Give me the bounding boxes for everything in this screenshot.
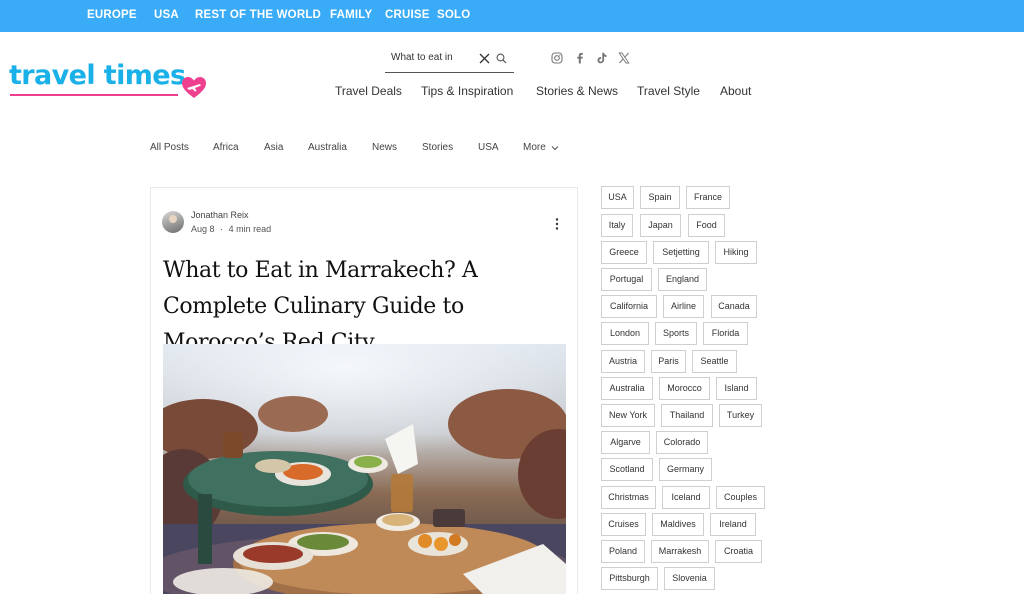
- tag-ireland[interactable]: Ireland: [710, 513, 756, 536]
- tag-thailand[interactable]: Thailand: [661, 404, 713, 427]
- tag-maldives[interactable]: Maldives: [652, 513, 704, 536]
- tag-iceland[interactable]: Iceland: [662, 486, 710, 509]
- site-logo[interactable]: travel times: [9, 60, 209, 104]
- tag-food[interactable]: Food: [688, 214, 725, 237]
- tag-island[interactable]: Island: [716, 377, 757, 400]
- tag-seattle[interactable]: Seattle: [692, 350, 737, 373]
- tag-greece[interactable]: Greece: [601, 241, 647, 264]
- nav-about[interactable]: About: [720, 84, 751, 98]
- tag-hiking[interactable]: Hiking: [715, 241, 757, 264]
- tag-croatia[interactable]: Croatia: [715, 540, 762, 563]
- nav-travel-deals[interactable]: Travel Deals: [335, 84, 402, 98]
- top-bar: EUROPE USA REST OF THE WORLD FAMILY CRUI…: [0, 0, 1024, 32]
- tag-marrakesh[interactable]: Marrakesh: [651, 540, 709, 563]
- tiktok-icon[interactable]: [596, 52, 608, 64]
- category-stories[interactable]: Stories: [422, 142, 453, 153]
- nav-travel-style[interactable]: Travel Style: [637, 84, 700, 98]
- nav-tips-inspiration[interactable]: Tips & Inspiration: [421, 84, 513, 98]
- tag-christmas[interactable]: Christmas: [601, 486, 656, 509]
- author-avatar[interactable]: [162, 211, 184, 233]
- tag-slovenia[interactable]: Slovenia: [664, 567, 715, 590]
- author-name[interactable]: Jonathan Reix: [191, 210, 249, 220]
- category-news[interactable]: News: [372, 142, 397, 153]
- tag-couples[interactable]: Couples: [716, 486, 765, 509]
- tag-florida[interactable]: Florida: [703, 322, 748, 345]
- tag-italy[interactable]: Italy: [601, 214, 633, 237]
- tag-england[interactable]: England: [658, 268, 707, 291]
- tag-scotland[interactable]: Scotland: [601, 458, 653, 481]
- topbar-link-solo[interactable]: SOLO: [437, 9, 470, 21]
- close-icon[interactable]: [478, 52, 491, 65]
- tag-pittsburgh[interactable]: Pittsburgh: [601, 567, 658, 590]
- tag-setjetting[interactable]: Setjetting: [653, 241, 709, 264]
- tag-austria[interactable]: Austria: [601, 350, 645, 373]
- chevron-down-icon[interactable]: [551, 144, 559, 152]
- post-cover-image[interactable]: [163, 344, 566, 594]
- tag-portugal[interactable]: Portugal: [601, 268, 652, 291]
- tag-germany[interactable]: Germany: [659, 458, 712, 481]
- search-input[interactable]: [391, 52, 476, 63]
- tag-australia[interactable]: Australia: [601, 377, 653, 400]
- topbar-link-cruise[interactable]: CRUISE: [385, 9, 430, 21]
- tag-spain[interactable]: Spain: [640, 186, 680, 209]
- tag-colorado[interactable]: Colorado: [656, 431, 708, 454]
- topbar-link-usa[interactable]: USA: [154, 9, 179, 21]
- tag-algarve[interactable]: Algarve: [601, 431, 650, 454]
- nav-stories-news[interactable]: Stories & News: [536, 84, 618, 98]
- tag-paris[interactable]: Paris: [651, 350, 686, 373]
- read-time: 4 min read: [228, 224, 272, 234]
- tag-canada[interactable]: Canada: [711, 295, 757, 318]
- more-options-icon[interactable]: [554, 217, 560, 231]
- search-box[interactable]: [385, 46, 514, 73]
- tag-poland[interactable]: Poland: [601, 540, 645, 563]
- topbar-link-rest-of-world[interactable]: REST OF THE WORLD: [195, 9, 321, 21]
- category-australia[interactable]: Australia: [308, 142, 347, 153]
- meta-separator: ·: [220, 224, 224, 234]
- tag-france[interactable]: France: [686, 186, 730, 209]
- tag-morocco[interactable]: Morocco: [659, 377, 710, 400]
- category-all-posts[interactable]: All Posts: [150, 142, 189, 153]
- tag-usa[interactable]: USA: [601, 186, 634, 209]
- logo-underline: [10, 94, 178, 96]
- tag-turkey[interactable]: Turkey: [719, 404, 762, 427]
- category-usa[interactable]: USA: [478, 142, 499, 153]
- tag-japan[interactable]: Japan: [640, 214, 681, 237]
- heart-plane-icon: [182, 77, 206, 98]
- category-more[interactable]: More: [523, 142, 546, 153]
- post-meta: Aug 8 · 4 min read: [191, 224, 271, 234]
- tag-london[interactable]: London: [601, 322, 649, 345]
- logo-text: travel times: [9, 60, 186, 91]
- facebook-icon[interactable]: [574, 52, 586, 64]
- category-africa[interactable]: Africa: [213, 142, 239, 153]
- instagram-icon[interactable]: [551, 52, 563, 64]
- tag-airline[interactable]: Airline: [663, 295, 704, 318]
- tag-california[interactable]: California: [601, 295, 657, 318]
- category-asia[interactable]: Asia: [264, 142, 283, 153]
- tag-sports[interactable]: Sports: [655, 322, 697, 345]
- x-icon[interactable]: [618, 52, 630, 64]
- topbar-link-europe[interactable]: EUROPE: [87, 9, 137, 21]
- post-date: Aug 8: [191, 224, 215, 234]
- tag-cruises[interactable]: Cruises: [601, 513, 646, 536]
- topbar-link-family[interactable]: FAMILY: [330, 9, 372, 21]
- tag-new-york[interactable]: New York: [601, 404, 655, 427]
- search-icon[interactable]: [496, 53, 507, 64]
